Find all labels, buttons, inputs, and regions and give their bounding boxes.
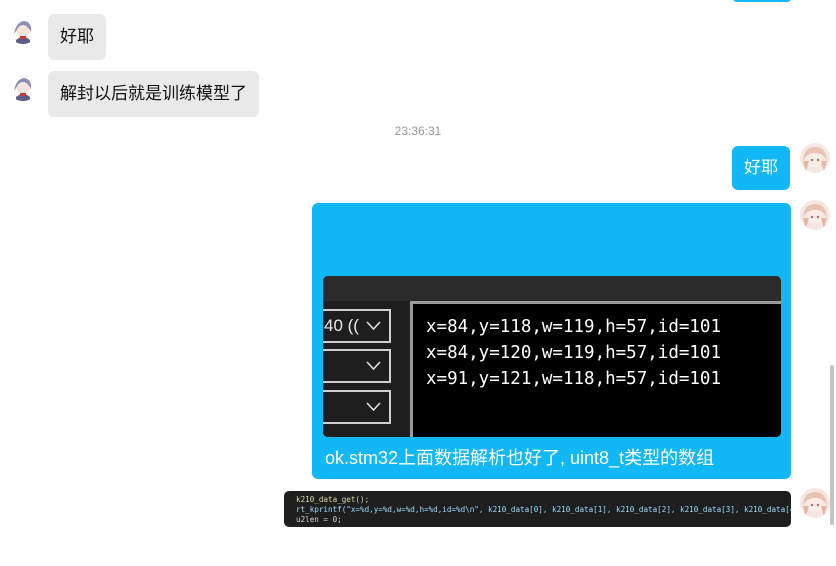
settings-panel: 40 (( [323, 301, 407, 437]
contact-avatar[interactable] [8, 14, 38, 44]
message-text: 好耶 [60, 27, 94, 46]
chevron-down-icon [366, 402, 381, 412]
terminal-line: x=84,y=118,w=119,h=57,id=101 [426, 317, 722, 337]
incoming-message-bubble[interactable]: 好耶 [48, 14, 106, 60]
message-text: 解封以后就是训练模型了 [60, 84, 247, 103]
image-message-bubble[interactable]: 40 (( x=84,y=118,w=119,h=57,id=101 x=84,… [312, 203, 791, 479]
window-header-bar [323, 276, 781, 301]
terminal-line: x=91,y=121,w=118,h=57,id=101 [426, 369, 722, 389]
receive-output-area[interactable]: x=84,y=118,w=119,h=57,id=101 x=84,y=120,… [410, 301, 781, 437]
code-line: k210_data_get(); [296, 495, 370, 504]
image-caption-text: ok.stm32上面数据解析也好了, uint8_t类型的数组 [325, 448, 715, 468]
stop-bits-select[interactable] [323, 390, 391, 424]
chevron-down-icon [366, 361, 381, 371]
anime-avatar-icon [800, 200, 830, 230]
message-text: 好耶 [744, 158, 778, 177]
self-avatar[interactable] [800, 488, 830, 518]
self-avatar[interactable] [800, 143, 830, 173]
contact-avatar[interactable] [8, 71, 38, 101]
message-timestamp: 23:36:31 [394, 124, 442, 138]
code-line: rt_kprintf("x=%d,y=%d,w=%d,h=%d,id=%d\n"… [296, 505, 791, 514]
self-avatar[interactable] [800, 200, 830, 230]
anime-avatar-icon [8, 71, 38, 101]
outgoing-message-bubble[interactable]: 好耶 [732, 146, 790, 190]
baud-rate-select[interactable]: 40 (( [323, 309, 391, 343]
data-bits-select[interactable] [323, 349, 391, 383]
incoming-message-bubble[interactable]: 解封以后就是训练模型了 [48, 71, 259, 117]
code-snippet-image[interactable]: k210_data_get(); rt_kprintf("x=%d,y=%d,w… [284, 491, 791, 527]
anime-avatar-icon [8, 14, 38, 44]
code-line: u2len = 0; [296, 515, 342, 524]
combo-value: 40 (( [324, 316, 359, 335]
anime-avatar-icon [800, 488, 830, 518]
terminal-line: x=84,y=120,w=119,h=57,id=101 [426, 343, 722, 363]
serial-terminal-screenshot[interactable]: 40 (( x=84,y=118,w=119,h=57,id=101 x=84,… [323, 276, 781, 437]
previous-outgoing-bubble [733, 0, 791, 2]
chat-scrollbar[interactable] [830, 365, 834, 525]
anime-avatar-icon [800, 143, 830, 173]
chevron-down-icon [366, 321, 381, 331]
